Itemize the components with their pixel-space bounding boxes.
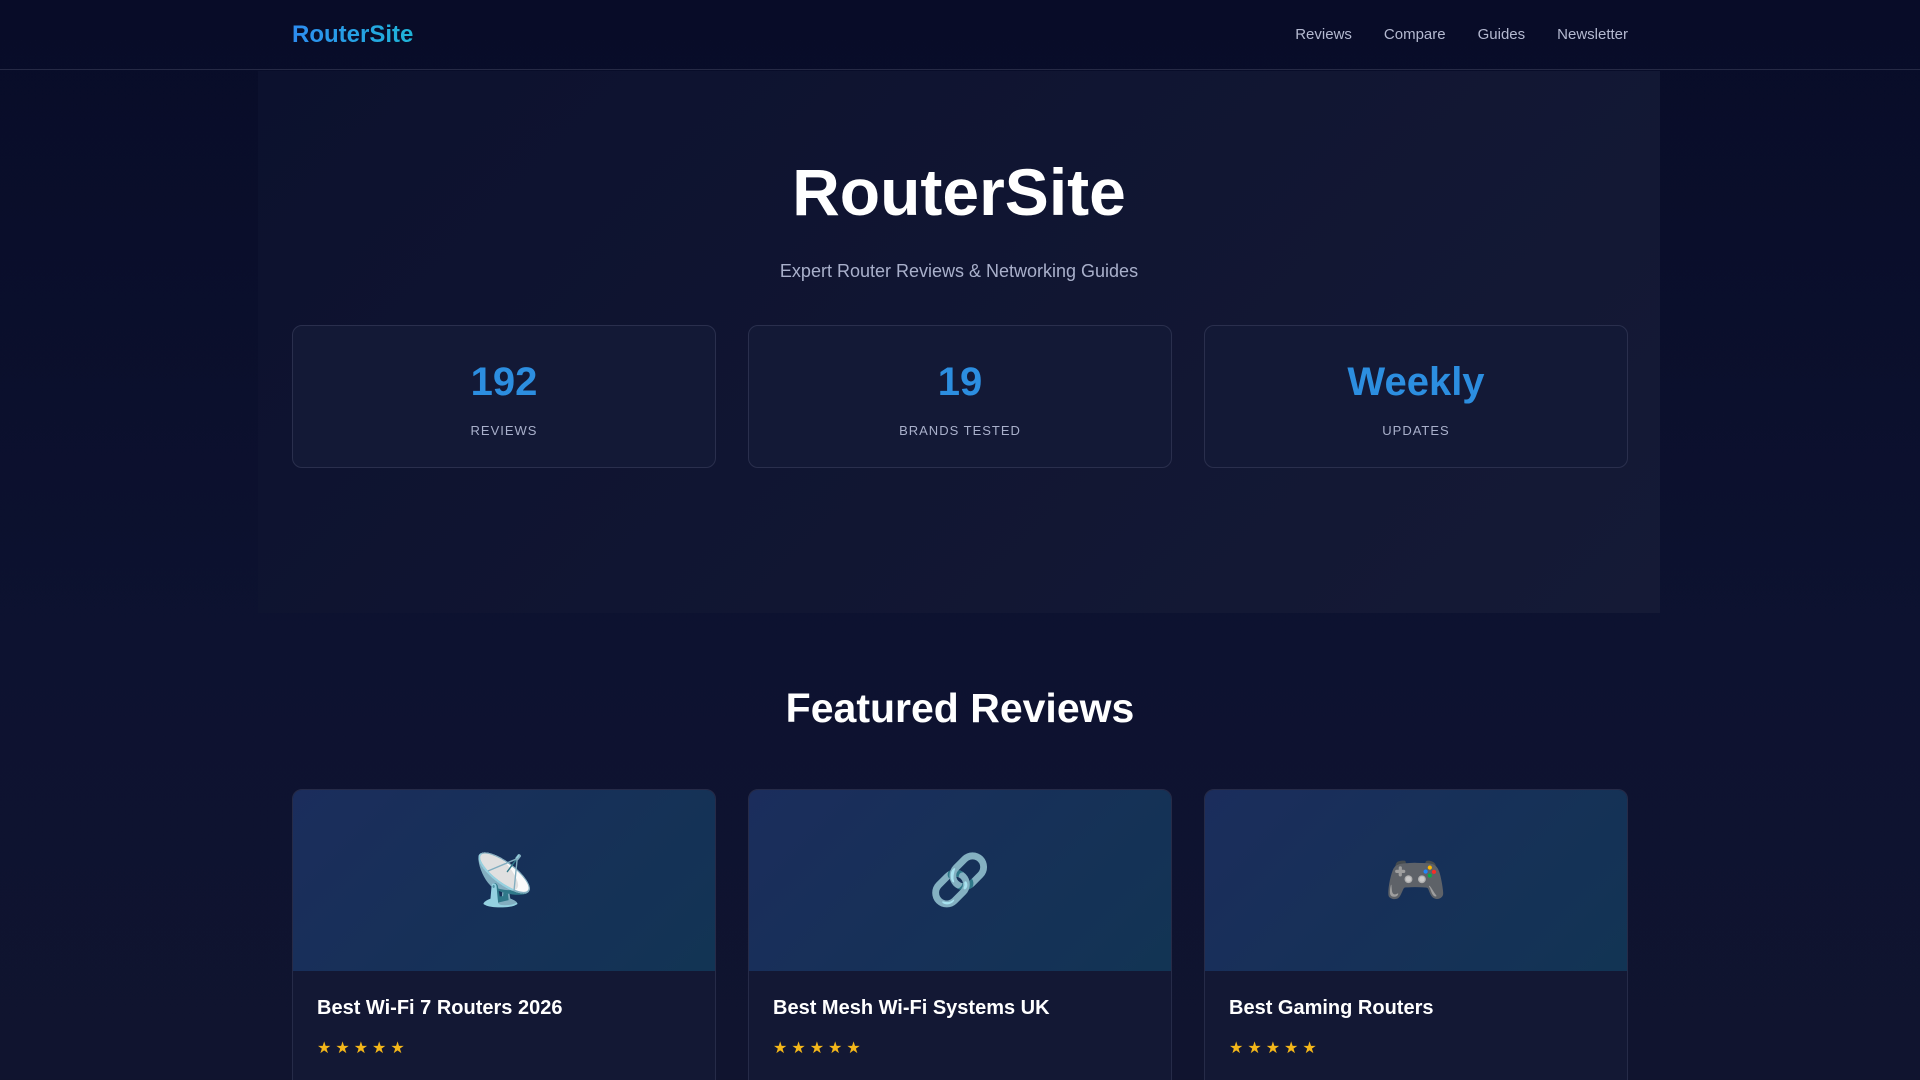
review-card[interactable]: 🎮 Best Gaming Routers ★★★★★	[1204, 789, 1628, 1080]
stat-value: Weekly	[1347, 360, 1485, 404]
card-title[interactable]: Best Gaming Routers	[1229, 997, 1603, 1020]
stat-card-reviews: 192 REVIEWS	[292, 325, 716, 468]
stat-card-brands: 19 BRANDS TESTED	[748, 325, 1172, 468]
nav-guides[interactable]: Guides	[1478, 26, 1526, 43]
star-rating: ★★★★★	[317, 1040, 409, 1057]
nav-reviews[interactable]: Reviews	[1295, 26, 1352, 43]
game-controller-icon: 🎮	[1205, 790, 1627, 971]
link-icon: 🔗	[749, 790, 1171, 971]
stat-label: BRANDS TESTED	[899, 423, 1021, 438]
nav-compare[interactable]: Compare	[1384, 26, 1446, 43]
nav-newsletter[interactable]: Newsletter	[1557, 26, 1628, 43]
stats-row: 192 REVIEWS 19 BRANDS TESTED Weekly UPDA…	[292, 325, 1628, 468]
stat-value: 192	[470, 360, 538, 404]
hero-section: RouterSite Expert Router Reviews & Netwo…	[258, 71, 1660, 613]
featured-cards: 📡 Best Wi-Fi 7 Routers 2026 ★★★★★ 🔗 Best…	[292, 789, 1628, 1080]
card-title[interactable]: Best Wi-Fi 7 Routers 2026	[317, 997, 691, 1020]
star-rating: ★★★★★	[773, 1040, 865, 1057]
hero-subtitle: Expert Router Reviews & Networking Guide…	[779, 261, 1139, 281]
stat-value: 19	[937, 360, 983, 404]
site-header: RouterSite Reviews Compare Guides Newsle…	[0, 0, 1920, 70]
review-card[interactable]: 🔗 Best Mesh Wi-Fi Systems UK ★★★★★	[748, 789, 1172, 1080]
star-rating: ★★★★★	[1229, 1040, 1321, 1057]
hero-title: RouterSite	[792, 155, 1126, 229]
stat-label: REVIEWS	[470, 423, 538, 438]
card-title[interactable]: Best Mesh Wi-Fi Systems UK	[773, 997, 1147, 1020]
logo[interactable]: RouterSite	[292, 21, 413, 49]
stat-card-updates: Weekly UPDATES	[1204, 325, 1628, 468]
featured-title: Featured Reviews	[785, 685, 1135, 731]
stat-label: UPDATES	[1382, 423, 1450, 438]
main-nav: Reviews Compare Guides Newsletter	[1295, 26, 1628, 43]
review-card[interactable]: 📡 Best Wi-Fi 7 Routers 2026 ★★★★★	[292, 789, 716, 1080]
satellite-dish-icon: 📡	[293, 790, 715, 971]
